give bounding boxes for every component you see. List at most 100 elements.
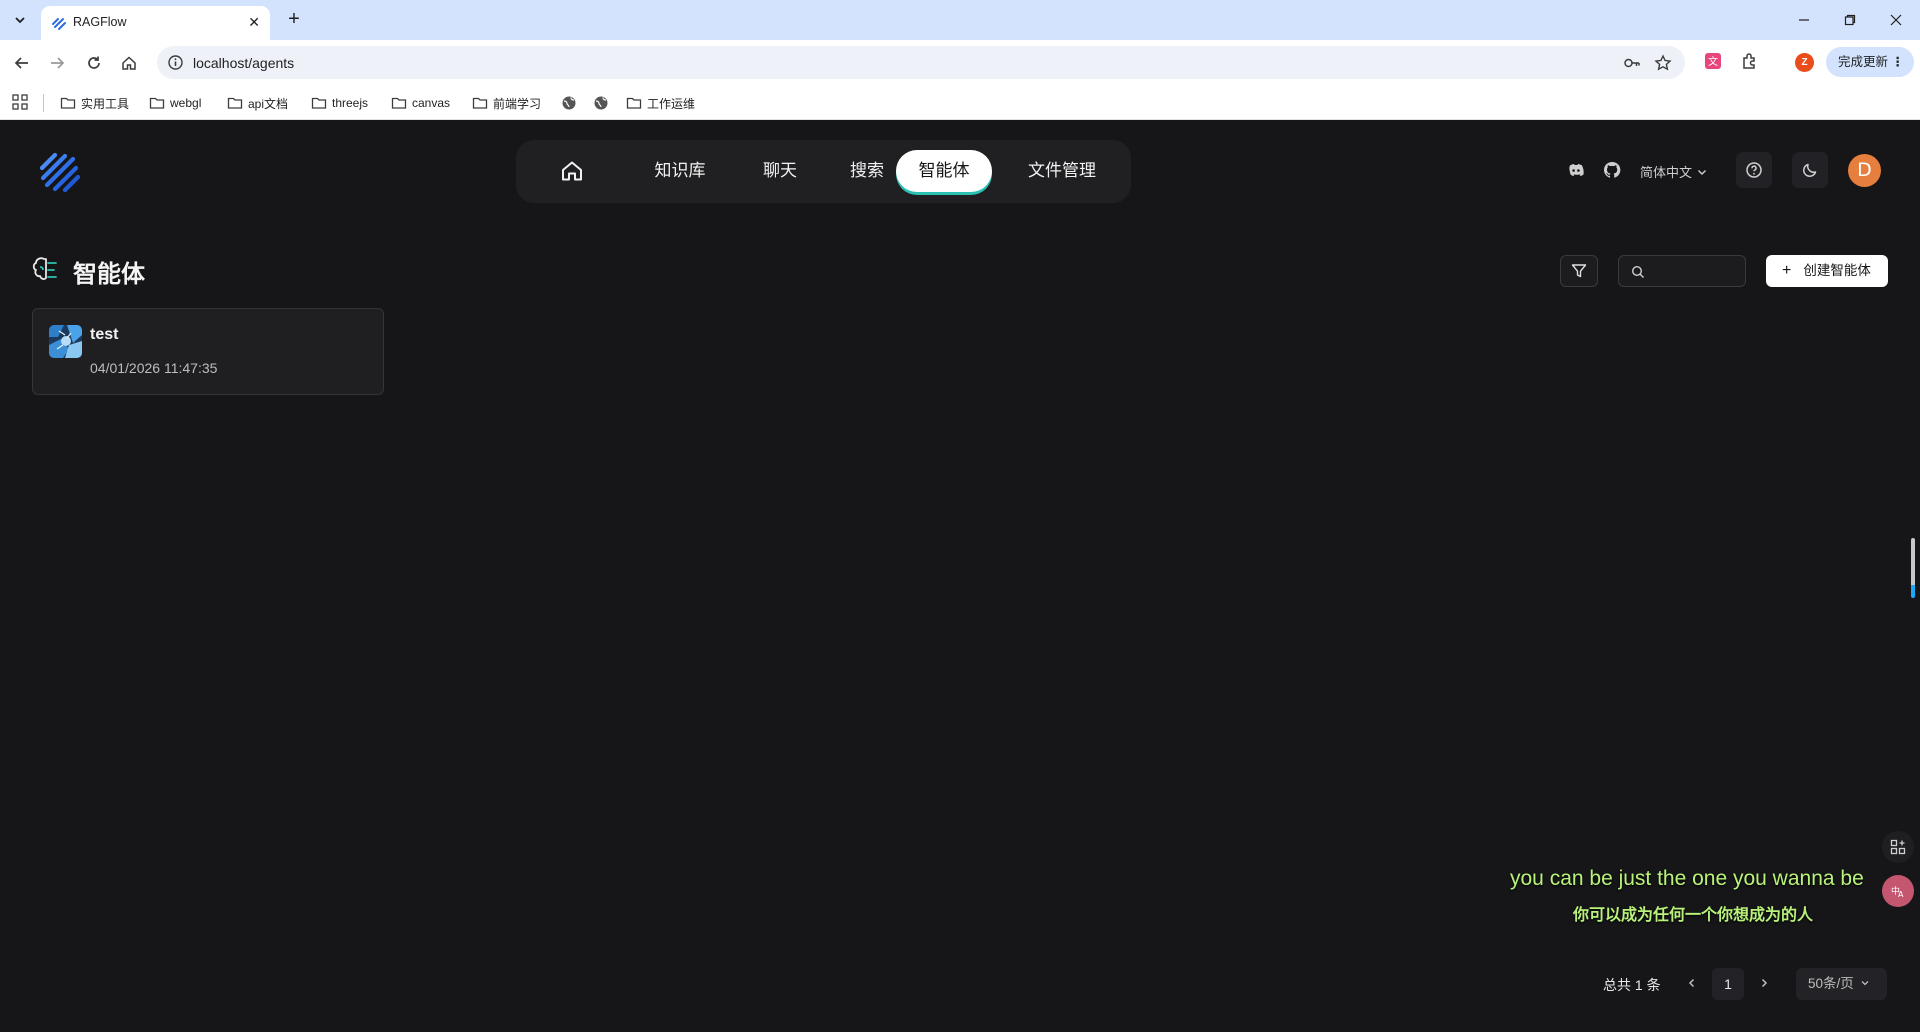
search-icon	[1631, 265, 1644, 278]
page-size-select[interactable]: 50条/页	[1796, 968, 1887, 1000]
browser-toolbar: localhost/agents 文 Z 完成更新 ⋮	[0, 40, 1920, 85]
browser-tab[interactable]: RAGFlow ✕	[41, 6, 270, 40]
chevron-right-icon	[1761, 978, 1768, 988]
bookmark-folder[interactable]: 工作运维	[626, 94, 695, 112]
reload-icon	[88, 56, 100, 69]
language-selector[interactable]: 简体中文	[1640, 162, 1708, 181]
chevron-down-icon	[1698, 169, 1707, 175]
close-window-button[interactable]	[1884, 8, 1908, 32]
github-icon[interactable]	[1602, 160, 1622, 180]
discord-icon[interactable]	[1566, 160, 1586, 180]
agent-brain-icon	[32, 257, 57, 280]
user-avatar[interactable]: D	[1848, 154, 1881, 187]
floating-tools-button[interactable]	[1882, 831, 1914, 863]
bookmarks-separator	[43, 94, 44, 112]
arrow-right-icon	[51, 57, 65, 69]
apps-grid-icon[interactable]	[12, 94, 28, 110]
translate-icon: 中A	[1891, 885, 1904, 899]
filter-button[interactable]	[1560, 255, 1598, 287]
browser-tab-bar: RAGFlow ✕ +	[0, 0, 1920, 40]
nav-item-chat[interactable]: 聊天	[738, 150, 822, 192]
update-label: 完成更新	[1838, 55, 1889, 69]
ragflow-app: 知识库 聊天 搜索 智能体 文件管理 简体中文 D 智能体 + 创建智能体 te…	[0, 120, 1920, 1032]
close-icon	[1890, 14, 1902, 26]
restore-icon	[1844, 14, 1856, 26]
bookmark-folder[interactable]: canvas	[391, 94, 450, 112]
globe-icon	[594, 96, 608, 110]
floating-translate-button[interactable]: 中A	[1882, 875, 1914, 907]
theme-toggle-button[interactable]	[1792, 152, 1828, 188]
home-icon	[122, 56, 136, 70]
tab-title: RAGFlow	[73, 15, 127, 29]
profile-z-icon[interactable]: Z	[1795, 53, 1814, 72]
apps-add-icon	[1890, 839, 1906, 855]
extensions-puzzle-icon[interactable]	[1741, 52, 1759, 70]
address-bar[interactable]: localhost/agents	[157, 46, 1685, 79]
bookmark-star-icon[interactable]	[1654, 54, 1672, 72]
folder-icon	[391, 97, 407, 109]
bookmark-label: threejs	[332, 96, 369, 110]
chevron-down-icon	[1861, 981, 1869, 986]
restore-button[interactable]	[1838, 8, 1862, 32]
nav-item-agents[interactable]: 智能体	[896, 150, 992, 192]
bookmark-folder[interactable]: webgl	[149, 94, 201, 112]
ragflow-favicon-icon	[52, 18, 66, 30]
pagination-next-button[interactable]	[1754, 973, 1774, 993]
forward-button[interactable]	[44, 50, 70, 76]
tab-search-button[interactable]	[8, 8, 32, 32]
chevron-down-icon	[15, 17, 25, 24]
search-input[interactable]	[1651, 261, 1739, 283]
bookmark-label: 实用工具	[81, 96, 130, 111]
more-vert-icon: ⋮	[1891, 55, 1905, 69]
minimize-button[interactable]	[1792, 8, 1816, 32]
create-agent-label: 创建智能体	[1803, 263, 1871, 278]
pagination-total: 总共 1 条	[1603, 977, 1661, 993]
agent-card[interactable]: test 04/01/2026 11:47:35	[32, 308, 384, 395]
folder-icon	[227, 97, 243, 109]
folder-icon	[311, 97, 327, 109]
page-title: 智能体	[73, 261, 145, 288]
scrollbar-thumb[interactable]	[1911, 538, 1915, 598]
pagination-prev-button[interactable]	[1682, 973, 1702, 993]
svg-text:A: A	[1898, 890, 1904, 899]
bookmark-label: api文档	[248, 96, 289, 111]
svg-text:文: 文	[1708, 55, 1718, 68]
pagination-page-1[interactable]: 1	[1712, 968, 1744, 1000]
bookmark-label: 工作运维	[647, 96, 696, 111]
chevron-left-icon	[1688, 978, 1695, 988]
folder-icon	[149, 97, 165, 109]
bookmark-site[interactable]	[561, 94, 577, 112]
new-tab-button[interactable]: +	[282, 8, 306, 32]
bookmark-label: webgl	[170, 96, 202, 110]
back-button[interactable]	[9, 50, 35, 76]
page-size-label: 50条/页	[1808, 976, 1854, 991]
folder-icon	[626, 97, 642, 109]
agent-avatar-image	[49, 325, 82, 358]
password-key-icon[interactable]	[1623, 54, 1641, 72]
bookmark-folder[interactable]: api文档	[227, 94, 288, 112]
translate-extension-icon[interactable]: 文	[1704, 52, 1722, 70]
home-button[interactable]	[116, 50, 142, 76]
close-tab-icon[interactable]: ✕	[248, 14, 260, 30]
moon-icon	[1803, 163, 1817, 177]
help-button[interactable]	[1736, 152, 1772, 188]
arrow-left-icon	[14, 57, 28, 69]
bookmark-folder[interactable]: threejs	[311, 94, 368, 112]
filter-icon	[1571, 264, 1587, 278]
url-text: localhost/agents	[193, 55, 295, 71]
site-info-icon[interactable]	[167, 54, 184, 71]
plus-icon: +	[1782, 262, 1792, 279]
nav-item-knowledge-base[interactable]: 知识库	[622, 150, 738, 192]
update-button[interactable]: 完成更新 ⋮	[1826, 47, 1914, 77]
bookmark-folder[interactable]: 前端学习	[472, 94, 541, 112]
bookmark-folder[interactable]: 实用工具	[60, 94, 129, 112]
bookmark-label: canvas	[412, 96, 451, 110]
create-agent-button[interactable]: + 创建智能体	[1766, 255, 1888, 287]
nav-item-file-management[interactable]: 文件管理	[1004, 150, 1120, 192]
ragflow-logo-icon[interactable]	[38, 150, 82, 194]
reload-button[interactable]	[81, 50, 107, 76]
folder-icon	[472, 97, 488, 109]
bookmark-site[interactable]	[593, 94, 609, 112]
bookmark-label: 前端学习	[493, 96, 542, 111]
home-nav-icon[interactable]	[560, 159, 584, 183]
